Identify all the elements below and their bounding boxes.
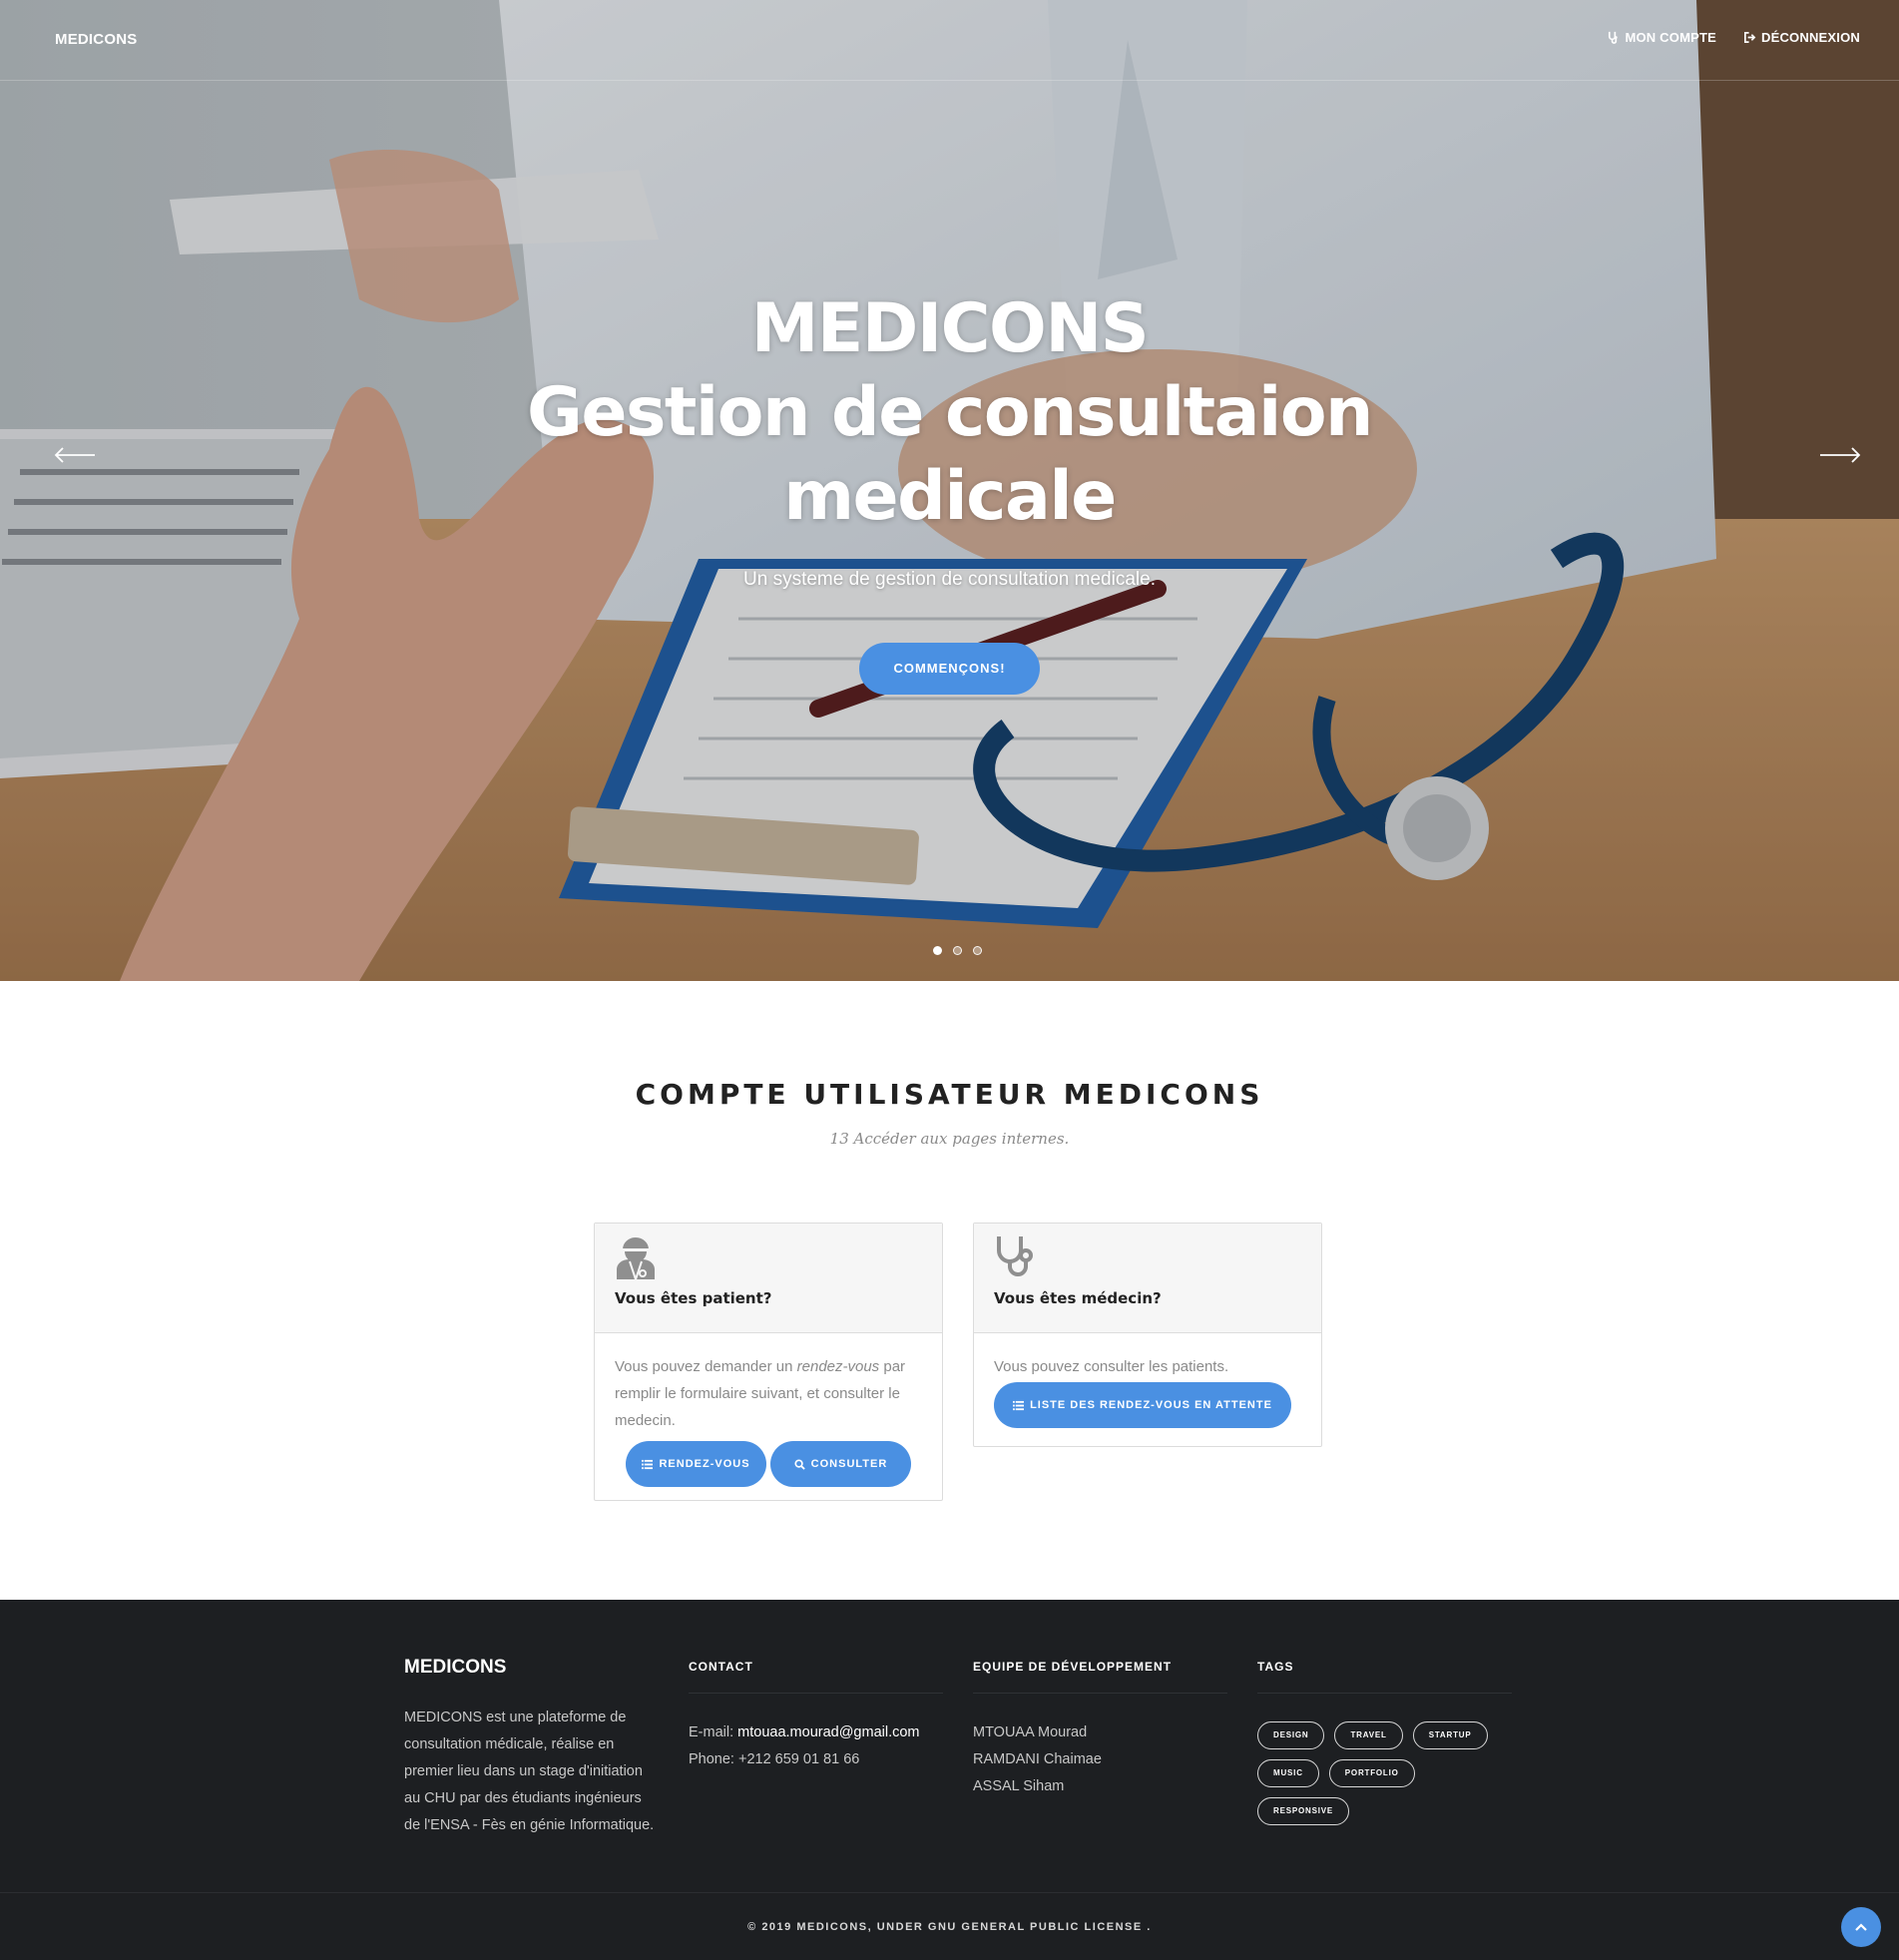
consult-button-label: CONSULTER <box>810 1457 888 1470</box>
chevron-up-icon <box>1855 1923 1867 1931</box>
hero-title-line-1: MEDICONS <box>750 289 1150 368</box>
footer-phone: Phone: +212 659 01 81 66 <box>689 1751 860 1767</box>
footer-email: E-mail: mtouaa.mourad@gmail.com <box>689 1719 943 1746</box>
hero-carousel: MEDICONS MON COMPTE DÉCONNEXION MEDICONS… <box>0 0 1899 981</box>
copyright-text: © 2019 MEDICONS, UNDER GNU GENERAL PUBLI… <box>747 1921 1152 1933</box>
patient-card-header: Vous êtes patient? <box>595 1224 942 1333</box>
footer-contact-heading: CONTACT <box>689 1660 943 1694</box>
carousel-indicators <box>0 946 1899 955</box>
stethoscope-icon <box>1609 31 1619 44</box>
rendez-vous-button[interactable]: RENDEZ-VOUS <box>626 1441 766 1487</box>
patient-text-part: Vous pouvez demander un <box>615 1358 797 1375</box>
section-subtitle: 13 Accéder aux pages internes. <box>829 1130 1070 1148</box>
hero-title-line-2: Gestion de consultaion <box>527 373 1373 452</box>
team-member: MTOUAA Mourad <box>973 1724 1088 1740</box>
nav-logout[interactable]: DÉCONNEXION <box>1743 30 1860 45</box>
footer-tags: TAGS DESIGN TRAVEL STARTUP MUSIC PORTFOL… <box>1257 1660 1512 1825</box>
sign-out-icon <box>1744 32 1756 43</box>
section-title: COMPTE UTILISATEUR MEDICONS <box>635 1078 1264 1111</box>
footer-brand: MEDICONS <box>404 1657 507 1678</box>
carousel-dot[interactable] <box>953 946 962 955</box>
team-member: RAMDANI Chaimae <box>973 1751 1102 1767</box>
back-to-top-button[interactable] <box>1841 1907 1881 1947</box>
patient-card-actions: RENDEZ-VOUS CONSULTER <box>615 1441 922 1487</box>
get-started-button[interactable]: COMMENÇONS! <box>859 643 1040 695</box>
tag-travel[interactable]: TRAVEL <box>1334 1721 1403 1749</box>
tag-startup[interactable]: STARTUP <box>1412 1721 1488 1749</box>
footer: MEDICONS MEDICONS est une plateforme de … <box>0 1600 1899 1960</box>
hero-content: MEDICONS Gestion de consultaion medicale… <box>0 287 1899 695</box>
nav-links: MON COMPTE DÉCONNEXION <box>1607 30 1860 45</box>
hero-title: MEDICONS Gestion de consultaion medicale <box>0 287 1899 539</box>
hero-subtitle: Un systeme de gestion de consultation me… <box>743 569 1156 590</box>
nav-my-account[interactable]: MON COMPTE <box>1607 30 1716 45</box>
team-member: ASSAL Siham <box>973 1778 1065 1794</box>
stethoscope-icon <box>997 1236 1033 1276</box>
tag-responsive[interactable]: RESPONSIVE <box>1257 1797 1350 1825</box>
patient-card: Vous êtes patient? Vous pouvez demander … <box>594 1223 943 1501</box>
doctor-card-text: Vous pouvez consulter les patients. <box>994 1358 1229 1375</box>
footer-bottom-bar: © 2019 MEDICONS, UNDER GNU GENERAL PUBLI… <box>0 1892 1899 1960</box>
footer-email-link[interactable]: mtouaa.mourad@gmail.com <box>737 1724 919 1740</box>
patient-card-text: Vous pouvez demander un rendez-vous par … <box>615 1353 922 1434</box>
footer-tags-heading: TAGS <box>1257 1660 1512 1694</box>
hero-title-line-3: medicale <box>783 457 1117 536</box>
tag-portfolio[interactable]: PORTFOLIO <box>1328 1759 1415 1787</box>
pending-appointments-label: LISTE DES RENDEZ-VOUS EN ATTENTE <box>1030 1398 1272 1411</box>
search-icon <box>794 1458 805 1470</box>
tag-design[interactable]: DESIGN <box>1257 1721 1325 1749</box>
footer-team-list: MTOUAA Mourad RAMDANI Chaimae ASSAL Siha… <box>973 1719 1227 1800</box>
tag-music[interactable]: MUSIC <box>1257 1759 1319 1787</box>
footer-team: EQUIPE DE DÉVELOPPEMENT MTOUAA Mourad RA… <box>973 1660 1227 1800</box>
footer-about: MEDICONS MEDICONS est une plateforme de … <box>404 1657 659 1839</box>
carousel-dot[interactable] <box>933 946 942 955</box>
consult-button[interactable]: CONSULTER <box>770 1441 911 1487</box>
patient-text-emphasis: rendez-vous <box>796 1358 880 1375</box>
brand-logo[interactable]: MEDICONS <box>55 31 137 48</box>
footer-team-heading: EQUIPE DE DÉVELOPPEMENT <box>973 1660 1227 1694</box>
doctor-card: Vous êtes médecin? Vous pouvez consulter… <box>973 1223 1322 1447</box>
page: MEDICONS MON COMPTE DÉCONNEXION MEDICONS… <box>0 0 1899 1960</box>
footer-about-text: MEDICONS est une plateforme de consultat… <box>404 1710 655 1833</box>
rendez-vous-button-label: RENDEZ-VOUS <box>659 1457 750 1470</box>
patient-icon <box>617 1237 655 1279</box>
carousel-dot[interactable] <box>973 946 982 955</box>
list-icon <box>1013 1400 1025 1410</box>
footer-contact: CONTACT E-mail: mtouaa.mourad@gmail.com … <box>689 1660 943 1773</box>
footer-email-label: E-mail: <box>689 1724 738 1740</box>
nav-my-account-label: MON COMPTE <box>1625 30 1716 45</box>
pending-appointments-button[interactable]: LISTE DES RENDEZ-VOUS EN ATTENTE <box>994 1382 1291 1428</box>
nav-logout-label: DÉCONNEXION <box>1761 30 1860 45</box>
doctor-card-header: Vous êtes médecin? <box>974 1224 1321 1333</box>
tag-cloud: DESIGN TRAVEL STARTUP MUSIC PORTFOLIO RE… <box>1257 1721 1512 1825</box>
patient-card-body: Vous pouvez demander un rendez-vous par … <box>595 1333 942 1487</box>
list-icon <box>642 1459 654 1469</box>
patient-card-heading: Vous êtes patient? <box>615 1289 772 1307</box>
doctor-card-heading: Vous êtes médecin? <box>994 1289 1162 1307</box>
doctor-card-body: Vous pouvez consulter les patients. LIST… <box>974 1333 1321 1428</box>
top-navbar: MEDICONS MON COMPTE DÉCONNEXION <box>0 0 1899 81</box>
